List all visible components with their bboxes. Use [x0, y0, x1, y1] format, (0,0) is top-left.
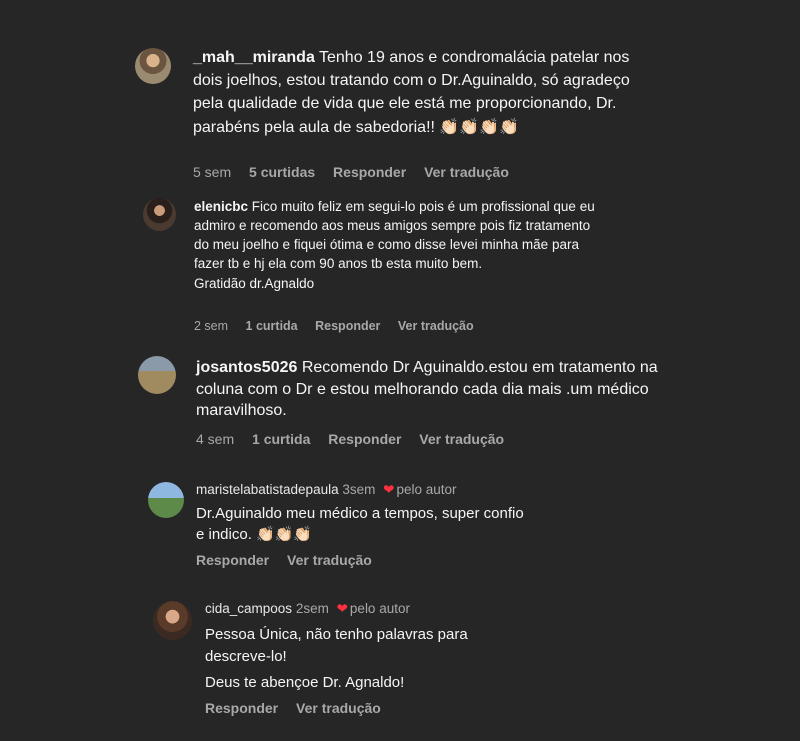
- comment-username[interactable]: josantos5026: [196, 359, 297, 376]
- comment-text-block: Pessoa Única, não tenho palavras para de…: [205, 624, 535, 693]
- comment-username[interactable]: maristelabatistadepaula: [196, 482, 339, 497]
- comment-actions: 5 sem 5 curtidas Responder Ver tradução: [193, 164, 523, 180]
- translate-button[interactable]: Ver tradução: [424, 164, 509, 180]
- comment-username[interactable]: _mah__miranda: [193, 49, 315, 66]
- comment-body: Pessoa Única, não tenho palavras para de…: [205, 626, 468, 665]
- avatar[interactable]: [153, 601, 192, 640]
- liked-by-author-label: pelo autor: [349, 601, 410, 616]
- comment-likes[interactable]: 1 curtida: [252, 431, 310, 447]
- comment-time: 4 sem: [196, 431, 235, 447]
- comment-header: maristelabatistadepaula 3sem ❤ pelo autor: [196, 482, 457, 498]
- comment-time: 2sem: [295, 601, 329, 616]
- translate-button[interactable]: Ver tradução: [287, 552, 372, 568]
- comment-username[interactable]: cida_campoos: [205, 601, 292, 616]
- comment-header: cida_campoos 2sem ❤ pelo autor: [205, 601, 410, 617]
- reply-button[interactable]: Responder: [315, 319, 380, 333]
- comment-body: Dr.Aguinaldo meu médico a tempos, super …: [196, 505, 524, 543]
- avatar[interactable]: [143, 198, 176, 231]
- comment-likes[interactable]: 5 curtidas: [249, 164, 315, 180]
- comment-time: 3sem: [342, 482, 376, 497]
- liked-by-author-label: pelo autor: [396, 482, 457, 497]
- heart-icon: ❤: [336, 601, 348, 616]
- comment-text-block: elenicbc Fico muito feliz em segui-lo po…: [194, 197, 604, 293]
- reply-button[interactable]: Responder: [328, 431, 401, 447]
- comment-time: 2 sem: [194, 319, 229, 333]
- reply-button[interactable]: Responder: [333, 164, 406, 180]
- translate-button[interactable]: Ver tradução: [398, 319, 474, 333]
- reply-button[interactable]: Responder: [196, 552, 269, 568]
- comment-actions: Responder Ver tradução: [196, 552, 386, 568]
- avatar[interactable]: [135, 48, 171, 84]
- comment-body-line2: Deus te abençoe Dr. Agnaldo!: [205, 673, 405, 691]
- comment-time: 5 sem: [193, 164, 232, 180]
- translate-button[interactable]: Ver tradução: [419, 431, 504, 447]
- comment-actions: 4 sem 1 curtida Responder Ver tradução: [196, 431, 518, 447]
- comment-body: Fico muito feliz em segui-lo pois é um p…: [194, 199, 595, 272]
- comment-actions: Responder Ver tradução: [205, 700, 395, 716]
- comment-text-block: josantos5026 Recomendo Dr Aguinaldo.esto…: [196, 357, 666, 422]
- translate-button[interactable]: Ver tradução: [296, 700, 381, 716]
- comment-actions: 2 sem 1 curtida Responder Ver tradução: [194, 319, 488, 333]
- comment-likes[interactable]: 1 curtida: [246, 319, 298, 333]
- comment-username[interactable]: elenicbc: [194, 199, 248, 214]
- avatar[interactable]: [138, 356, 176, 394]
- reply-button[interactable]: Responder: [205, 700, 278, 716]
- comment-text-block: _mah__miranda Tenho 19 anos e condromalá…: [193, 46, 653, 139]
- avatar[interactable]: [148, 482, 184, 518]
- comment-body-line2: Gratidão dr.Agnaldo: [194, 275, 315, 291]
- heart-icon: ❤: [383, 482, 395, 497]
